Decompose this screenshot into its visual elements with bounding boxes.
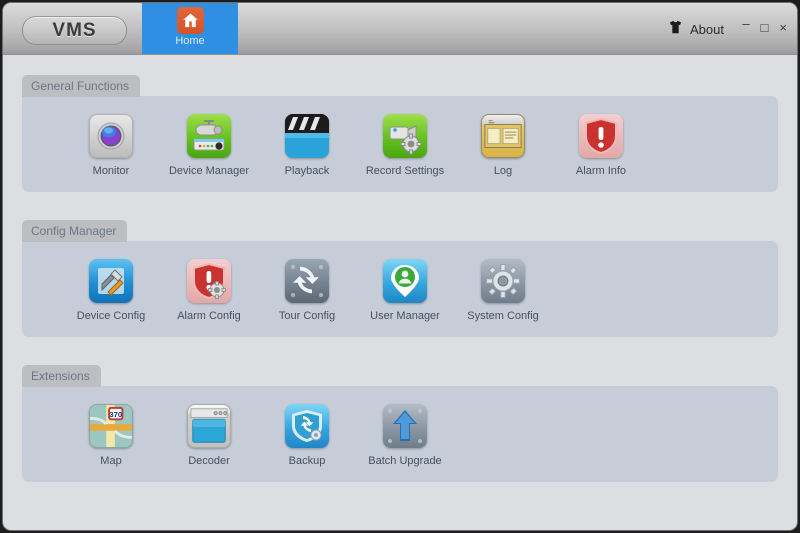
app-item-label: System Config (467, 310, 539, 322)
home-icon (176, 7, 204, 34)
app-item-label: Record Settings (365, 165, 445, 177)
shield-alert-icon (579, 114, 623, 158)
app-item-device-config[interactable]: Device Config (67, 259, 155, 323)
app-item-system-config[interactable]: System Config (459, 259, 547, 323)
app-item-playback[interactable]: Playback (263, 114, 351, 178)
app-item-device-manager[interactable]: Device Manager (165, 114, 253, 178)
title-bar: VMS Home About – □ × (3, 3, 797, 55)
app-window-icon (187, 404, 231, 448)
arrow-up-icon (383, 404, 427, 448)
main-content: General Functions Monitor Device Manager… (3, 55, 797, 530)
tshirt-icon (668, 20, 683, 39)
about-label: About (690, 22, 724, 37)
app-item-label: Decoder (188, 455, 230, 467)
maximize-button[interactable]: □ (761, 21, 769, 34)
section-title: General Functions (22, 75, 141, 97)
app-item-label: Device Config (76, 310, 146, 322)
app-item-monitor[interactable]: Monitor (67, 114, 155, 178)
refresh-cycle-icon (285, 259, 329, 303)
app-item-label: Alarm Config (177, 310, 241, 322)
about-button[interactable]: About (668, 20, 724, 39)
app-item-label: Map (100, 455, 122, 467)
section-extensions: Extensions 370 Map Decoder Backup Batch … (22, 365, 778, 482)
section-title: Config Manager (22, 220, 128, 242)
section-items: Monitor Device Manager Playback Record S… (22, 96, 778, 192)
app-logo: VMS (22, 16, 127, 45)
section-title: Extensions (22, 365, 101, 387)
app-item-label: Device Manager (168, 165, 250, 177)
document-window-icon (481, 114, 525, 158)
section-items: 370 Map Decoder Backup Batch Upgrade (22, 386, 778, 482)
tab-home[interactable]: Home (142, 3, 238, 54)
shield-alert-gear-icon (187, 259, 231, 303)
section-config-manager: Config Manager Device Config Alarm Confi… (22, 220, 778, 337)
camera-gear-icon (383, 114, 427, 158)
app-item-label: User Manager (370, 310, 440, 322)
application-window: VMS Home About – □ × General Functions M… (3, 3, 797, 530)
app-item-alarm-info[interactable]: Alarm Info (557, 114, 645, 178)
camera-device-icon (187, 114, 231, 158)
dome-camera-icon (89, 114, 133, 158)
app-item-user-manager[interactable]: User Manager (361, 259, 449, 323)
section-items: Device Config Alarm Config Tour Config U… (22, 241, 778, 337)
window-controls: – □ × (742, 17, 787, 34)
minimize-button[interactable]: – (742, 17, 749, 30)
app-item-decoder[interactable]: Decoder (165, 404, 253, 468)
app-item-label: Batch Upgrade (368, 455, 442, 467)
app-item-map[interactable]: 370 Map (67, 404, 155, 468)
user-pin-icon (383, 259, 427, 303)
app-item-label: Alarm Info (575, 165, 627, 177)
app-item-tour-config[interactable]: Tour Config (263, 259, 351, 323)
app-item-backup[interactable]: Backup (263, 404, 351, 468)
app-item-label: Playback (284, 165, 330, 177)
app-item-label: Tour Config (278, 310, 336, 322)
section-general-functions: General Functions Monitor Device Manager… (22, 75, 778, 192)
app-item-label: Monitor (92, 165, 130, 177)
screenshot-root: VMS Home About – □ × General Functions M… (0, 0, 800, 533)
road-map-icon: 370 (89, 404, 133, 448)
gear-icon (481, 259, 525, 303)
close-button[interactable]: × (779, 21, 787, 34)
app-item-batch-upgrade[interactable]: Batch Upgrade (361, 404, 449, 468)
app-logo-text: VMS (52, 19, 97, 41)
app-item-record-settings[interactable]: Record Settings (361, 114, 449, 178)
svg-text:370: 370 (109, 410, 122, 419)
app-item-label: Log (493, 165, 513, 177)
app-item-log[interactable]: Log (459, 114, 547, 178)
shield-sync-icon (285, 404, 329, 448)
app-item-alarm-config[interactable]: Alarm Config (165, 259, 253, 323)
clapperboard-icon (285, 114, 329, 158)
tab-home-label: Home (175, 35, 205, 47)
wrench-hammer-icon (89, 259, 133, 303)
app-item-label: Backup (288, 455, 326, 467)
